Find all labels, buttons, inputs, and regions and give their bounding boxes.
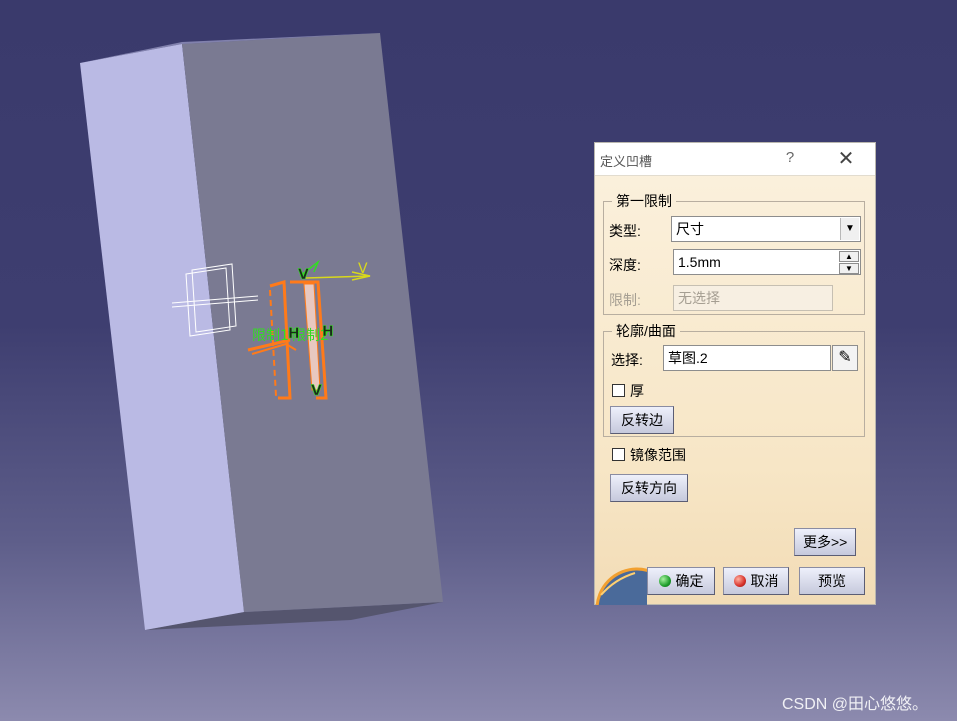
reverse-direction-button[interactable]: 反转方向: [610, 474, 688, 502]
limit-label: 限制:: [609, 292, 641, 308]
spin-down-icon[interactable]: ▼: [839, 263, 859, 274]
profile-surface-legend: 轮廓/曲面: [616, 323, 676, 339]
annotation-limit1: 限制1: [252, 328, 289, 344]
catia-logo-icon: [595, 561, 647, 605]
mirror-extent-checkbox[interactable]: [612, 448, 625, 461]
mirror-extent-label: 镜像范围: [630, 447, 686, 463]
depth-input-value: 1.5mm: [678, 254, 721, 270]
annotation-h-left: H: [288, 326, 300, 342]
ok-button-label: 确定: [675, 573, 704, 589]
annotation-v-top: V: [298, 267, 309, 283]
chevron-down-icon[interactable]: ▼: [840, 218, 859, 240]
cancel-button[interactable]: 取消: [723, 567, 789, 595]
cancel-red-dot-icon: [733, 575, 746, 587]
dialog-titlebar[interactable]: 定义凹槽 ? ✕: [595, 143, 875, 176]
annotation-h-right: H: [322, 324, 334, 340]
edit-sketch-icon[interactable]: ✎: [832, 345, 858, 371]
annotation-v-bottom: V: [311, 383, 322, 399]
close-button[interactable]: ✕: [836, 146, 856, 171]
dialog-title: 定义凹槽: [600, 154, 653, 169]
limit-field-value: 无选择: [678, 290, 720, 306]
depth-label: 深度:: [609, 257, 641, 273]
type-label: 类型:: [609, 223, 641, 239]
type-select[interactable]: 尺寸 ▼: [671, 216, 861, 242]
selection-label: 选择:: [611, 352, 643, 368]
annotation-axis-v: V: [358, 261, 368, 277]
thick-checkbox[interactable]: [612, 384, 625, 397]
thick-label: 厚: [630, 383, 644, 399]
more-button[interactable]: 更多>>: [794, 528, 857, 556]
limit-field: 无选择: [673, 285, 833, 311]
ok-green-dot-icon: [658, 575, 671, 587]
csdn-watermark: CSDN @田心悠悠。: [782, 696, 929, 713]
selection-field-value: 草图.2: [668, 350, 708, 366]
reverse-side-button[interactable]: 反转边: [610, 406, 674, 434]
ok-button[interactable]: 确定: [647, 567, 715, 595]
help-button[interactable]: ?: [783, 149, 797, 166]
cancel-button-label: 取消: [750, 573, 779, 589]
depth-spinner[interactable]: ▲ ▼: [839, 250, 859, 274]
define-groove-dialog[interactable]: 定义凹槽 ? ✕ 第一限制 类型: 尺寸 ▼ 深度: 1.5mm ▲ ▼ 限制:…: [594, 142, 876, 605]
preview-button[interactable]: 预览: [799, 567, 865, 595]
depth-input[interactable]: 1.5mm ▲ ▼: [673, 249, 861, 275]
type-select-value: 尺寸: [676, 221, 704, 237]
selection-field[interactable]: 草图.2: [663, 345, 831, 371]
first-limit-legend: 第一限制: [616, 193, 672, 209]
spin-up-icon[interactable]: ▲: [839, 251, 859, 262]
